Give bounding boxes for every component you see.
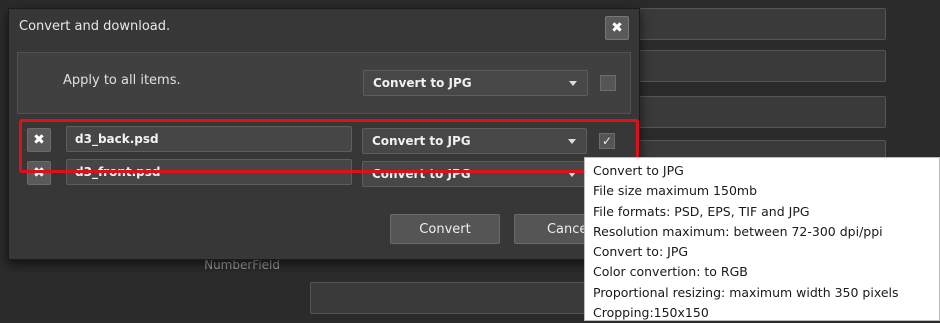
tooltip-line: Cropping:150x150 [593,305,709,321]
apply-all-checkbox[interactable] [600,75,616,91]
close-icon: ✖ [611,20,623,36]
close-button[interactable]: ✖ [605,16,629,40]
convert-button-label: Convert [419,221,471,237]
apply-all-format-select[interactable]: Convert to JPG [363,70,588,96]
selection-highlight [19,119,639,173]
apply-all-select-value: Convert to JPG [373,76,472,90]
format-tooltip: Convert to JPG File size maximum 150mb F… [584,157,940,321]
tooltip-line: Resolution maximum: between 72-300 dpi/p… [593,223,883,239]
dialog-title: Convert and download. [19,19,171,34]
tooltip-line: File formats: PSD, EPS, TIF and JPG [593,203,810,219]
tooltip-line: File size maximum 150mb [593,183,758,199]
tooltip-line: Color convertion: to RGB [593,264,748,280]
background-field-1[interactable] [630,8,886,40]
background-field-2[interactable] [630,50,886,82]
convert-button[interactable]: Convert [390,214,500,244]
number-field-label: NumberField [204,258,280,272]
tooltip-line: Convert to JPG [593,163,684,178]
apply-to-all-label: Apply to all items. [63,73,181,88]
tooltip-line: Proportional resizing: maximum width 350… [593,284,899,300]
apply-to-all-panel: Apply to all items. Convert to JPG [17,52,631,114]
convert-dialog: Convert and download. ✖ Apply to all ite… [8,8,640,260]
background-field-3[interactable] [630,96,886,128]
chevron-down-icon [569,81,577,86]
tooltip-line: Convert to: JPG [593,244,689,260]
